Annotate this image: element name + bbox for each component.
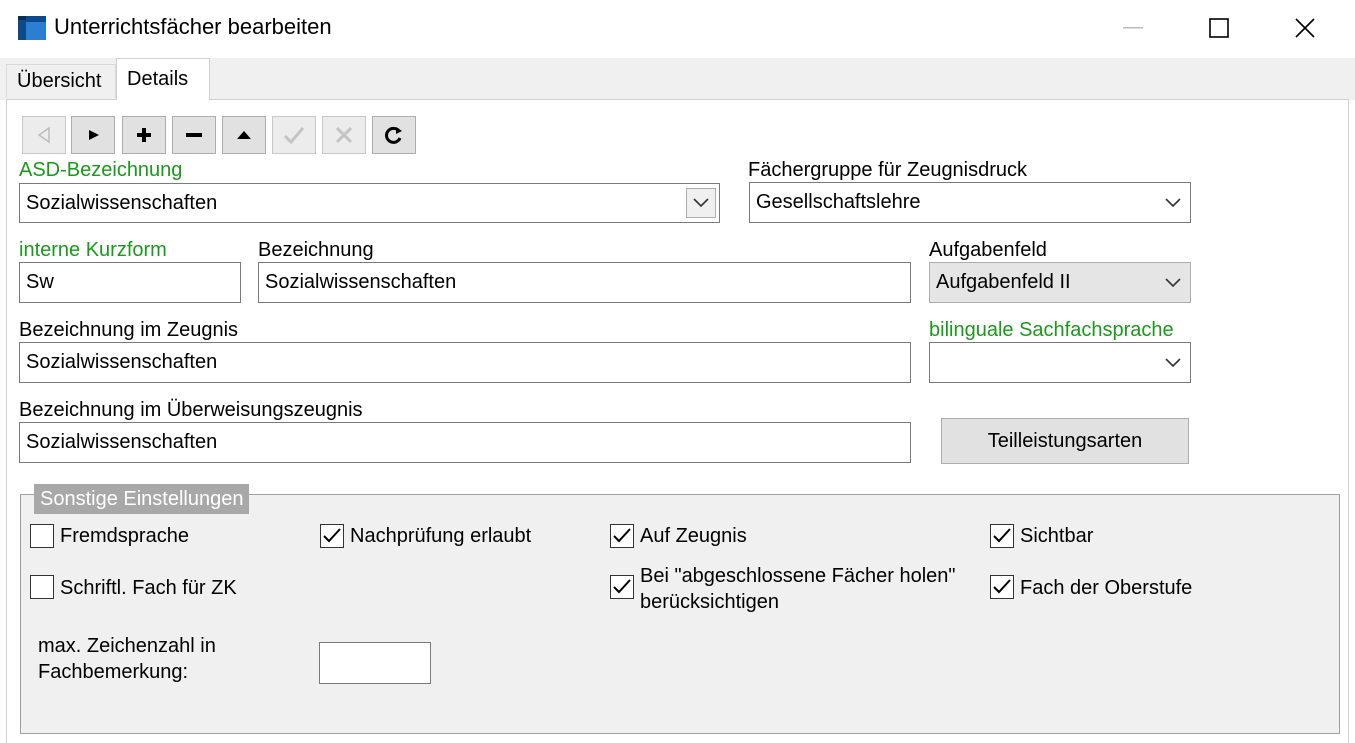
- cancel-icon: [335, 126, 353, 144]
- maximize-button[interactable]: [1176, 0, 1262, 56]
- minimize-button[interactable]: [1090, 0, 1176, 56]
- asd-dropdown-button[interactable]: [686, 188, 716, 218]
- maximize-icon: [1209, 18, 1229, 38]
- kurzform-input[interactable]: Sw: [19, 262, 241, 303]
- asd-combobox[interactable]: Sozialwissenschaften: [19, 183, 720, 223]
- add-icon: [137, 128, 151, 142]
- oberstufe-label[interactable]: Fach der Oberstufe: [1020, 576, 1192, 600]
- kurzform-label: interne Kurzform: [19, 239, 167, 261]
- first-record-icon: [37, 126, 50, 144]
- close-button[interactable]: [1262, 0, 1348, 56]
- next-record-button[interactable]: [71, 116, 115, 154]
- bezeichnung-label: Bezeichnung: [258, 239, 374, 261]
- zeugnis-input[interactable]: Sozialwissenschaften: [19, 342, 911, 383]
- next-record-icon: [89, 130, 99, 140]
- aufgabenfeld-value: Aufgabenfeld II: [936, 271, 1071, 293]
- minimize-icon: [1123, 27, 1143, 29]
- nachpruefung-label[interactable]: Nachprüfung erlaubt: [350, 524, 531, 548]
- ueberweisung-label: Bezeichnung im Überweisungszeugnis: [19, 399, 363, 421]
- bilingual-combobox[interactable]: [929, 342, 1191, 383]
- remove-icon: [186, 133, 202, 137]
- close-icon: [1295, 18, 1315, 38]
- chevron-down-icon: [1165, 357, 1181, 367]
- teilleistungsarten-button[interactable]: Teilleistungsarten: [941, 418, 1189, 464]
- refresh-icon: [385, 126, 402, 144]
- fremdsprache-checkbox[interactable]: [30, 524, 54, 548]
- asd-value: Sozialwissenschaften: [26, 191, 218, 214]
- schriftl-checkbox[interactable]: [30, 575, 54, 599]
- app-icon: [18, 16, 46, 40]
- window-title: Unterrichtsfächer bearbeiten: [54, 14, 332, 39]
- move-up-icon: [237, 131, 251, 139]
- checkmark-icon: [993, 528, 1011, 543]
- zeugnis-label: Bezeichnung im Zeugnis: [19, 319, 239, 341]
- faechergruppe-combobox[interactable]: Gesellschaftslehre: [749, 182, 1191, 223]
- tab-uebersicht[interactable]: Übersicht: [6, 64, 116, 98]
- group-title: Sonstige Einstellungen: [34, 484, 250, 514]
- auf-zeugnis-label[interactable]: Auf Zeugnis: [640, 524, 747, 548]
- asd-label: ASD-Bezeichnung: [19, 159, 183, 181]
- oberstufe-checkbox[interactable]: [990, 575, 1014, 599]
- chevron-down-icon: [1165, 277, 1181, 287]
- checkmark-icon: [993, 579, 1011, 594]
- aufgabenfeld-combobox[interactable]: Aufgabenfeld II: [929, 262, 1191, 303]
- abgeschlossen-checkbox[interactable]: [610, 575, 634, 599]
- fremdsprache-label[interactable]: Fremdsprache: [60, 524, 189, 548]
- bezeichnung-input[interactable]: Sozialwissenschaften: [258, 262, 911, 303]
- delete-record-button[interactable]: [172, 116, 216, 154]
- max-zeichen-input[interactable]: [319, 642, 431, 684]
- schriftl-label[interactable]: Schriftl. Fach für ZK: [60, 576, 237, 600]
- nachpruefung-checkbox[interactable]: [320, 524, 344, 548]
- confirm-icon: [283, 127, 305, 145]
- max-zeichen-label-line1: max. Zeichenzahl in: [38, 635, 216, 657]
- aufgabenfeld-label: Aufgabenfeld: [929, 239, 1047, 261]
- auf-zeugnis-checkbox[interactable]: [610, 524, 634, 548]
- sichtbar-label[interactable]: Sichtbar: [1020, 524, 1093, 548]
- confirm-button[interactable]: [272, 116, 316, 154]
- faechergruppe-label: Fächergruppe für Zeugnisdruck: [748, 159, 1028, 181]
- chevron-down-icon: [1165, 197, 1181, 207]
- faechergruppe-value: Gesellschaftslehre: [756, 191, 921, 213]
- checkmark-icon: [323, 528, 341, 543]
- bilingual-label: bilinguale Sachfachsprache: [929, 319, 1174, 341]
- abgeschlossen-label-line2[interactable]: berücksichtigen: [640, 590, 779, 614]
- checkmark-icon: [613, 579, 631, 594]
- first-record-button[interactable]: [22, 116, 66, 154]
- chevron-down-icon: [693, 198, 709, 208]
- abgeschlossen-label-line1[interactable]: Bei "abgeschlossene Fächer holen": [640, 564, 956, 588]
- tab-details[interactable]: Details: [116, 58, 210, 100]
- move-up-button[interactable]: [222, 116, 266, 154]
- max-zeichen-label-line2: Fachbemerkung:: [38, 661, 189, 683]
- add-record-button[interactable]: [122, 116, 166, 154]
- checkmark-icon: [613, 528, 631, 543]
- refresh-button[interactable]: [372, 116, 416, 154]
- cancel-button[interactable]: [322, 116, 366, 154]
- sichtbar-checkbox[interactable]: [990, 524, 1014, 548]
- ueberweisung-input[interactable]: Sozialwissenschaften: [19, 422, 911, 463]
